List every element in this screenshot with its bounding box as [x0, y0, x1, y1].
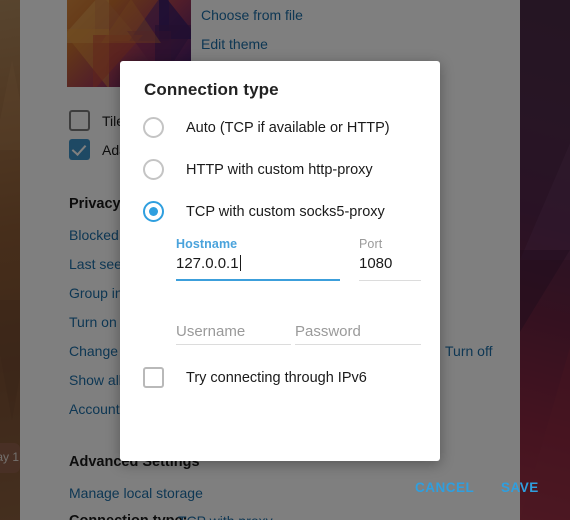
ipv6-label: Try connecting through IPv6 — [186, 369, 367, 386]
radio-label-tcp: TCP with custom socks5-proxy — [186, 203, 385, 220]
port-input[interactable]: 1080 — [359, 255, 392, 272]
username-underline — [176, 344, 291, 345]
port-label: Port — [359, 237, 383, 251]
hostname-underline — [176, 279, 340, 281]
port-field[interactable]: Port 1080 — [359, 237, 421, 281]
ipv6-checkbox[interactable] — [143, 367, 164, 388]
radio-icon — [143, 159, 164, 180]
hostname-value: 127.0.0.1 — [176, 255, 239, 272]
password-field[interactable]: Password — [295, 307, 421, 345]
radio-option-tcp[interactable]: TCP with custom socks5-proxy — [143, 201, 385, 222]
radio-option-auto[interactable]: Auto (TCP if available or HTTP) — [143, 117, 390, 138]
connection-type-dialog: Connection type Auto (TCP if available o… — [120, 61, 538, 495]
radio-option-http[interactable]: HTTP with custom http-proxy — [143, 159, 373, 180]
ipv6-checkbox-row[interactable]: Try connecting through IPv6 — [143, 367, 367, 388]
radio-label-auto: Auto (TCP if available or HTTP) — [186, 119, 390, 136]
radio-icon-selected — [143, 201, 164, 222]
hostname-field[interactable]: Hostname 127.0.0.1 — [176, 237, 340, 281]
cancel-button[interactable]: CANCEL — [415, 480, 474, 495]
username-field[interactable]: Username — [176, 307, 291, 345]
password-underline — [295, 344, 421, 345]
hostname-label: Hostname — [176, 237, 238, 251]
username-placeholder: Username — [176, 323, 246, 340]
save-button[interactable]: SAVE — [501, 480, 539, 495]
dialog-title: Connection type — [144, 80, 279, 99]
password-placeholder: Password — [295, 323, 361, 340]
text-caret — [239, 255, 241, 271]
radio-icon — [143, 117, 164, 138]
port-underline — [359, 280, 421, 281]
hostname-input[interactable]: 127.0.0.1 — [176, 255, 241, 272]
radio-label-http: HTTP with custom http-proxy — [186, 161, 373, 178]
